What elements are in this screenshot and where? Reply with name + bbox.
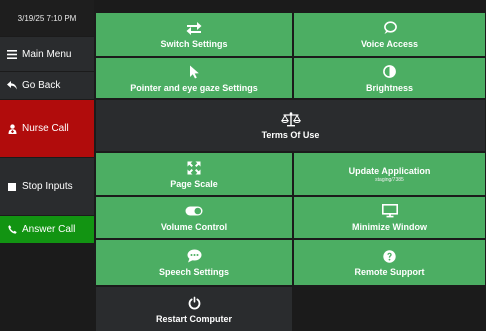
go-back-button[interactable]: Go Back: [0, 72, 94, 99]
go-back-label: Go Back: [22, 80, 61, 91]
pointer-eye-gaze-settings-button[interactable]: Pointer and eye gaze Settings: [96, 58, 292, 98]
scales-icon: [280, 111, 301, 127]
volume-control-label: Volume Control: [160, 222, 228, 232]
voice-access-button[interactable]: Voice Access: [294, 13, 485, 56]
nurse-call-label: Nurse Call: [22, 123, 69, 134]
speech-bubble-icon: [383, 20, 397, 36]
restart-computer-button[interactable]: Restart Computer: [96, 287, 292, 331]
datetime-display: 3/19/25 7:10 PM: [0, 0, 94, 36]
answer-call-button[interactable]: Answer Call: [0, 216, 94, 243]
update-application-version: staging/7385: [375, 176, 404, 183]
stop-inputs-button[interactable]: Stop Inputs: [0, 158, 94, 215]
contrast-icon: [383, 64, 396, 80]
chat-dots-icon: [187, 248, 202, 264]
minimize-window-label: Minimize Window: [352, 222, 427, 232]
stop-inputs-label: Stop Inputs: [22, 181, 73, 192]
terms-of-use-button[interactable]: Terms Of Use: [96, 100, 485, 151]
remote-support-label: Remote Support: [354, 267, 425, 277]
mouse-pointer-icon: [189, 64, 200, 80]
brightness-label: Brightness: [365, 82, 413, 93]
expand-icon: [187, 160, 201, 176]
power-icon: [188, 295, 201, 311]
page-scale-label: Page Scale: [170, 178, 218, 189]
reply-arrow-icon: [5, 81, 19, 90]
question-circle-icon: [383, 248, 396, 264]
answer-call-label: Answer Call: [22, 224, 76, 235]
datetime-text: 3/19/25 7:10 PM: [17, 13, 77, 23]
remote-support-button[interactable]: Remote Support: [294, 240, 485, 285]
stop-square-icon: [5, 182, 19, 191]
switch-settings-label: Switch Settings: [160, 39, 228, 49]
update-application-button[interactable]: Update Application staging/7385: [294, 153, 485, 195]
pointer-eye-gaze-label: Pointer and eye gaze Settings: [130, 82, 258, 93]
sidebar: 3/19/25 7:10 PM Main Menu Go Back Nurse …: [0, 0, 94, 331]
terms-of-use-label: Terms Of Use: [261, 130, 320, 140]
brightness-button[interactable]: Brightness: [294, 58, 485, 98]
speech-settings-label: Speech Settings: [158, 267, 230, 277]
main-menu-label: Main Menu: [22, 48, 72, 60]
hamburger-icon: [5, 49, 19, 59]
restart-computer-label: Restart Computer: [155, 313, 232, 324]
nurse-call-button[interactable]: Nurse Call: [0, 100, 94, 157]
voice-access-label: Voice Access: [360, 39, 419, 49]
minimize-window-button[interactable]: Minimize Window: [294, 197, 485, 238]
page-scale-button[interactable]: Page Scale: [96, 153, 292, 195]
switch-settings-button[interactable]: Switch Settings: [96, 13, 292, 56]
main-menu-button[interactable]: Main Menu: [0, 37, 94, 71]
update-application-label: Update Application: [348, 165, 431, 176]
phone-icon: [5, 225, 19, 234]
monitor-icon: [381, 203, 398, 219]
swap-arrows-icon: [186, 20, 202, 36]
nurse-icon: [5, 123, 19, 134]
volume-control-button[interactable]: Volume Control: [96, 197, 292, 238]
toggle-icon: [185, 203, 203, 219]
speech-settings-button[interactable]: Speech Settings: [96, 240, 292, 285]
